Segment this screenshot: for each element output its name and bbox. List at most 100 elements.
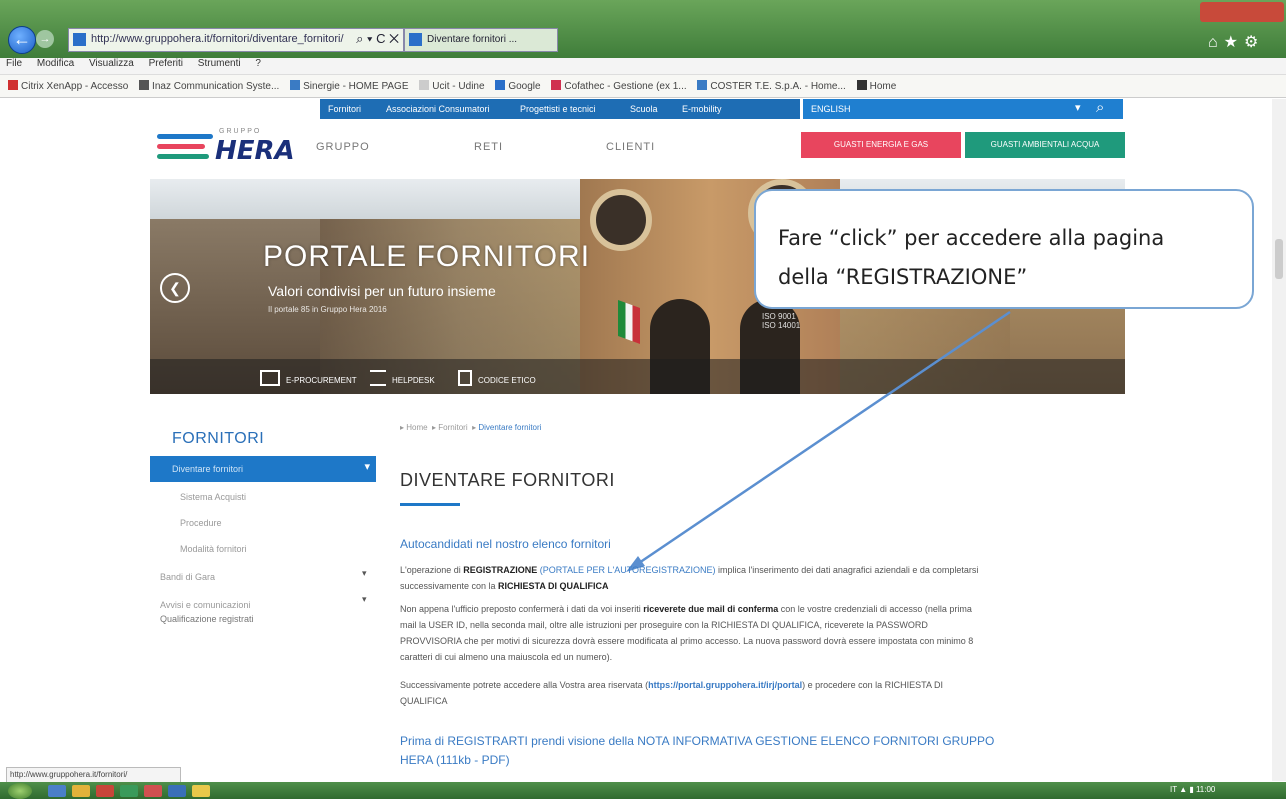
language-select[interactable]: ENGLISH bbox=[811, 104, 851, 114]
taskbar-app-icon[interactable] bbox=[192, 785, 210, 797]
tab-title: Diventare fornitori ... bbox=[427, 34, 518, 45]
hero-title: PORTALE FORNITORI bbox=[263, 240, 591, 273]
topnav-emobility[interactable]: E-mobility bbox=[682, 104, 722, 114]
list-icon bbox=[370, 370, 386, 386]
caret-down-icon[interactable]: ▾ bbox=[362, 594, 367, 605]
chevron-down-icon[interactable]: ▾ bbox=[1075, 101, 1081, 114]
fav-label: Citrix XenApp - Accesso bbox=[21, 81, 129, 92]
text: implica l'inserimento dei dati anagrafic… bbox=[715, 565, 979, 575]
fav-item[interactable]: Ucit - Udine bbox=[419, 80, 485, 92]
paragraph-conferma-line-4: caratteri di cui almeno una maiuscola ed… bbox=[400, 652, 613, 662]
paragraph-conferma-line-2: mail la USER ID, nella seconda mail, olt… bbox=[400, 620, 928, 630]
guasti-energia-button[interactable]: GUASTI ENERGIA E GAS bbox=[801, 132, 961, 158]
breadcrumb-fornitori[interactable]: Fornitori bbox=[438, 423, 467, 432]
portale-autoregistrazione-link[interactable]: (PORTALE PER L'AUTOREGISTRAZIONE) bbox=[537, 565, 716, 575]
mainnav-reti[interactable]: RETI bbox=[474, 141, 503, 153]
fav-item[interactable]: Home bbox=[856, 80, 896, 92]
quicklink-eprocurement[interactable]: E-PROCUREMENT bbox=[260, 370, 357, 386]
site-favicon-icon bbox=[73, 33, 86, 46]
fav-icon bbox=[495, 80, 506, 90]
topnav-fornitori[interactable]: Fornitori bbox=[328, 104, 361, 114]
logo-text: HERA bbox=[215, 136, 295, 166]
forward-button[interactable]: → bbox=[36, 30, 54, 48]
fav-item[interactable]: COSTER T.E. S.p.A. - Home... bbox=[697, 80, 846, 92]
hera-logo[interactable]: GRUPPO HERA bbox=[157, 124, 295, 172]
menu-modifica[interactable]: Modifica bbox=[37, 58, 74, 69]
fav-item[interactable]: Inaz Communication Syste... bbox=[139, 80, 279, 92]
address-bar[interactable]: http://www.gruppohera.it/fornitori/diven… bbox=[68, 28, 404, 52]
home-favorites-gear-icons[interactable]: ⌂★⚙ bbox=[1208, 32, 1264, 52]
page-title: DIVENTARE FORNITORI bbox=[400, 470, 615, 490]
address-controls[interactable]: ⌕ ▾ C ✕ bbox=[356, 31, 399, 47]
document-icon bbox=[458, 370, 472, 386]
text-bold: RICHIESTA DI QUALIFICA bbox=[498, 581, 609, 591]
hero-subtitle: Valori condivisi per un futuro insieme bbox=[268, 283, 496, 299]
address-url[interactable]: http://www.gruppohera.it/fornitori/diven… bbox=[91, 33, 344, 45]
quicklink-helpdesk[interactable]: HELPDESK bbox=[370, 370, 435, 386]
fav-icon bbox=[551, 80, 562, 90]
breadcrumb-home[interactable]: Home bbox=[406, 423, 427, 432]
taskbar-explorer-icon[interactable] bbox=[72, 785, 90, 797]
sidebar-item-label: Diventare fornitori bbox=[172, 464, 244, 474]
caret-down-icon[interactable]: ▾ bbox=[362, 568, 367, 579]
page-scrollbar[interactable] bbox=[1272, 99, 1286, 781]
menu-help[interactable]: ? bbox=[255, 58, 261, 69]
scrollbar-thumb[interactable] bbox=[1275, 239, 1283, 279]
nota-informativa-pdf-link[interactable]: HERA (111kb - PDF) bbox=[400, 753, 510, 767]
fav-icon bbox=[697, 80, 708, 90]
mainnav-gruppo[interactable]: GRUPPO bbox=[316, 141, 370, 153]
breadcrumb: ▸ Home ▸ Fornitori ▸ Diventare fornitori bbox=[400, 423, 542, 432]
tab-diventare-fornitori[interactable]: Diventare fornitori ... bbox=[404, 28, 558, 52]
mainnav-clienti[interactable]: CLIENTI bbox=[606, 141, 655, 153]
taskbar-app-icon[interactable] bbox=[168, 785, 186, 797]
start-button-icon[interactable] bbox=[8, 783, 32, 799]
guasti-ambientali-button[interactable]: GUASTI AMBIENTALI ACQUA bbox=[965, 132, 1125, 158]
sidebar-item-diventare-fornitori[interactable]: Diventare fornitori ▾ bbox=[150, 456, 376, 482]
fav-label: Ucit - Udine bbox=[432, 81, 485, 92]
sidebar-item-bandi[interactable]: Bandi di Gara bbox=[160, 572, 215, 582]
fav-icon bbox=[8, 80, 18, 90]
topnav-scuola[interactable]: Scuola bbox=[630, 104, 658, 114]
hero-cert-2: ISO 14001 bbox=[762, 321, 801, 330]
taskbar-app-icon[interactable] bbox=[120, 785, 138, 797]
taskbar-ie-icon[interactable] bbox=[48, 785, 66, 797]
taskbar-app-icon[interactable] bbox=[144, 785, 162, 797]
sidebar-item-sistema-acquisti[interactable]: Sistema Acquisti bbox=[180, 492, 246, 502]
portal-url-link[interactable]: https://portal.gruppohera.it/irj/portal bbox=[648, 680, 802, 690]
back-button[interactable]: ← bbox=[8, 26, 36, 54]
sidebar-item-qualificazione[interactable]: Qualificazione registrati bbox=[160, 614, 254, 624]
fav-item[interactable]: Sinergie - HOME PAGE bbox=[290, 80, 409, 92]
text: ) e procedere con la RICHIESTA DI bbox=[802, 680, 944, 690]
text: L'operazione di bbox=[400, 565, 464, 575]
menu-file[interactable]: File bbox=[6, 58, 22, 69]
nota-informativa-link[interactable]: Prima di REGISTRARTI prendi visione dell… bbox=[400, 734, 994, 748]
callout-line-1: Fare “click” per accedere alla pagina bbox=[778, 226, 1165, 250]
quicklink-codice-etico[interactable]: CODICE ETICO bbox=[458, 370, 536, 386]
fav-item[interactable]: Google bbox=[495, 80, 541, 92]
fav-item[interactable]: Cofathec - Gestione (ex 1... bbox=[551, 80, 687, 92]
paragraph-conferma-line-1: Non appena l'ufficio preposto confermerà… bbox=[400, 604, 972, 614]
paragraph-portal-line-1: Successivamente potrete accedere alla Vo… bbox=[400, 680, 943, 690]
sidebar-item-modalita[interactable]: Modalità fornitori bbox=[180, 544, 247, 554]
fav-icon bbox=[139, 80, 150, 90]
search-icon[interactable]: ⌕ bbox=[1096, 99, 1104, 116]
fav-label: Google bbox=[508, 81, 541, 92]
menu-visualizza[interactable]: Visualizza bbox=[89, 58, 134, 69]
sidebar-item-avvisi[interactable]: Avvisi e comunicazioni bbox=[160, 600, 250, 610]
fav-icon bbox=[290, 80, 301, 90]
topnav-associazioni[interactable]: Associazioni Consumatori bbox=[386, 104, 490, 114]
fav-item[interactable]: Citrix XenApp - Accesso bbox=[8, 80, 128, 92]
fav-icon bbox=[419, 80, 430, 90]
language-search-bar: ENGLISH ▾ ⌕ bbox=[803, 99, 1123, 119]
fav-label: Sinergie - HOME PAGE bbox=[303, 81, 409, 92]
menu-strumenti[interactable]: Strumenti bbox=[198, 58, 241, 69]
sidebar-item-procedure[interactable]: Procedure bbox=[180, 518, 222, 528]
window-controls[interactable] bbox=[1200, 2, 1284, 22]
fav-label: COSTER T.E. S.p.A. - Home... bbox=[710, 81, 846, 92]
topnav-progettisti[interactable]: Progettisti e tecnici bbox=[520, 104, 596, 114]
paragraph-registrazione-line-1: L'operazione di REGISTRAZIONE (PORTALE P… bbox=[400, 565, 978, 575]
menu-bar: File Modifica Visualizza Preferiti Strum… bbox=[0, 58, 1286, 75]
taskbar-app-icon[interactable] bbox=[96, 785, 114, 797]
menu-preferiti[interactable]: Preferiti bbox=[149, 58, 183, 69]
carousel-prev-icon[interactable]: ❮ bbox=[160, 273, 190, 303]
